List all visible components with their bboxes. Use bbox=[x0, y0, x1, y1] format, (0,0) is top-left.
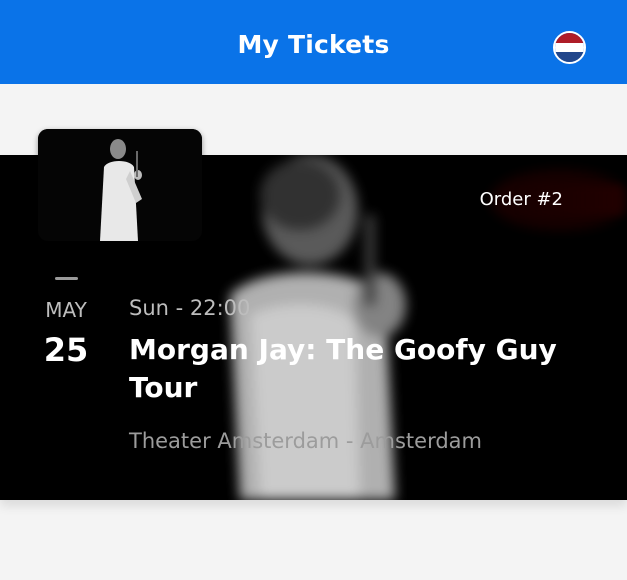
subheader-spacer bbox=[0, 84, 627, 130]
event-thumbnail[interactable] bbox=[38, 129, 202, 241]
event-day: 25 bbox=[43, 331, 89, 369]
event-time: Sun - 22:00 bbox=[129, 296, 251, 320]
netherlands-flag-icon[interactable] bbox=[553, 31, 586, 64]
date-divider bbox=[55, 277, 78, 280]
order-number: Order #2 bbox=[479, 189, 563, 210]
event-month: MAY bbox=[45, 298, 87, 322]
page-title: My Tickets bbox=[237, 30, 390, 59]
event-venue: Theater Amsterdam - Amsterdam bbox=[129, 429, 482, 453]
app-header: My Tickets bbox=[0, 0, 627, 84]
performer-photo-icon bbox=[38, 129, 202, 241]
event-title[interactable]: Morgan Jay: The Goofy Guy Tour bbox=[129, 331, 599, 407]
